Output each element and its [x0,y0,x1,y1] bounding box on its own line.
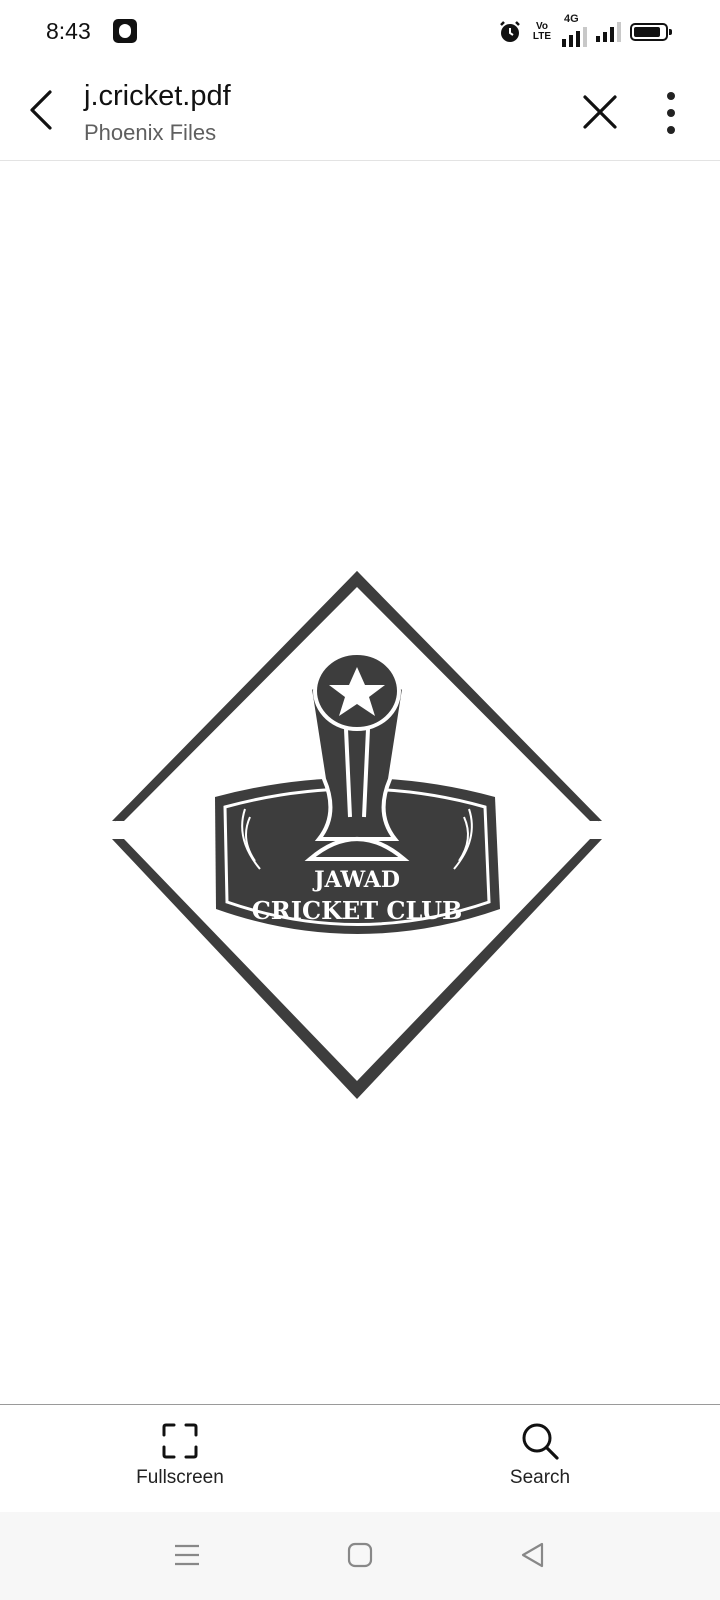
app-bar: j.cricket.pdf Phoenix Files [0,64,720,161]
alarm-icon [500,21,520,42]
status-bar: 8:43 Vo LTE 4G [0,0,720,64]
system-nav-bar [0,1512,720,1600]
back-triangle-icon[interactable] [518,1540,548,1570]
battery-icon [630,23,672,41]
status-time: 8:43 [46,18,91,44]
pdf-toolbar: Fullscreen Search [0,1404,720,1513]
signal-4g-icon: 4G [562,13,587,47]
logo-text-jawad: JAWAD [312,867,400,893]
notification-app-icon [113,19,137,43]
search-label: Search [509,1467,571,1488]
fullscreen-label: Fullscreen [136,1467,224,1488]
home-icon[interactable] [345,1540,375,1570]
more-vertical-icon[interactable] [656,90,686,136]
volte-badge: Vo LTE [532,21,552,42]
close-icon[interactable] [578,90,622,134]
status-icons: Vo LTE 4G [498,13,672,47]
search-button[interactable]: Search [440,1421,640,1501]
network-type-label: 4G [564,13,579,25]
menu-icon[interactable] [172,1540,202,1570]
signal-icon [596,22,621,42]
club-logo: JAWAD CRICKET CLUB [112,571,602,1099]
document-title: j.cricket.pdf [84,80,231,112]
chevron-left-icon[interactable] [22,84,66,136]
search-icon [522,1423,559,1460]
trophy-icon [304,651,410,861]
fullscreen-button[interactable]: Fullscreen [80,1421,280,1501]
fullscreen-icon [162,1423,198,1459]
logo-text-cricket-club: CRICKET CLUB [252,896,463,925]
app-name-subtitle: Phoenix Files [84,120,217,145]
pdf-page-view[interactable]: JAWAD CRICKET CLUB [0,161,720,1404]
